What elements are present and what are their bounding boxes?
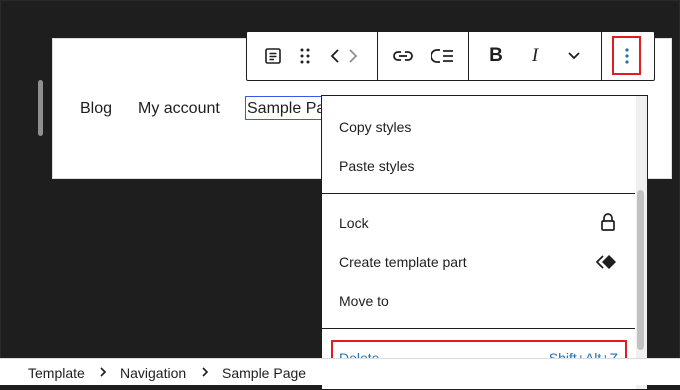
resize-handle[interactable] [38,80,43,136]
menu-scrollbar-thumb[interactable] [637,190,644,350]
more-options-highlight [612,36,641,75]
breadcrumb: Template Navigation Sample Page [0,358,680,385]
block-toolbar: B I [246,31,655,81]
menu-item-move-to[interactable]: Move to [339,290,389,312]
nav-item-sample-page[interactable]: Sample Page [245,96,325,120]
chevron-right-icon [201,365,209,384]
drag-handle-icon[interactable] [289,40,321,72]
menu-divider [322,328,635,329]
toolbar-divider [377,32,378,80]
menu-item-create-template-part[interactable]: Create template part [339,251,467,273]
paragraph-icon[interactable] [257,40,289,72]
breadcrumb-template[interactable]: Template [28,365,85,382]
chevron-right-icon[interactable] [343,40,363,72]
lock-icon [598,211,618,233]
toolbar-divider [601,32,602,80]
menu-item-lock[interactable]: Lock [339,212,369,234]
link-icon[interactable] [387,40,419,72]
chevron-left-icon[interactable] [325,40,345,72]
menu-item-copy-styles[interactable]: Copy styles [339,116,411,138]
chevron-down-icon[interactable] [558,40,590,72]
template-part-icon [596,251,620,273]
nav-item-my-account[interactable]: My account [138,96,220,122]
menu-item-paste-styles[interactable]: Paste styles [339,155,414,177]
submenu-icon[interactable] [427,40,459,72]
breadcrumb-navigation[interactable]: Navigation [120,365,186,382]
bold-icon[interactable]: B [480,40,512,72]
nav-item-blog[interactable]: Blog [80,96,112,122]
chevron-right-icon [99,365,107,384]
breadcrumb-sample-page: Sample Page [222,365,307,381]
menu-divider [322,193,635,194]
toolbar-divider [468,32,469,80]
italic-icon[interactable]: I [519,40,551,72]
